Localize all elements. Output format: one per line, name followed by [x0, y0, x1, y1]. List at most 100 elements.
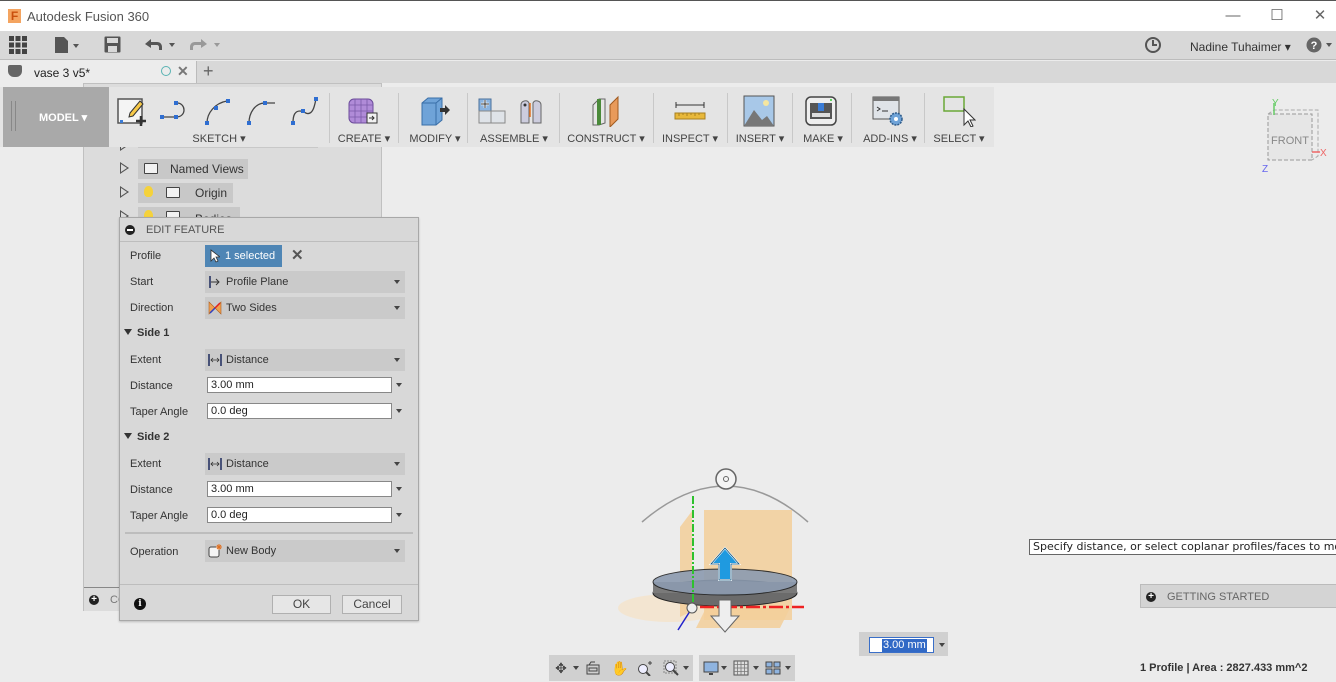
- offset-plane-icon[interactable]: [590, 95, 622, 129]
- construct-menu[interactable]: CONSTRUCT ▾: [563, 132, 649, 145]
- clear-selection-icon[interactable]: ✕: [291, 246, 304, 264]
- inspect-menu[interactable]: INSPECT ▾: [657, 132, 723, 145]
- workspace-switcher[interactable]: MODEL ▾: [3, 87, 109, 147]
- dropdown-arrow-icon[interactable]: [753, 666, 759, 670]
- side2-extent-value: Distance: [226, 458, 269, 470]
- select-window-icon[interactable]: [942, 95, 977, 128]
- cancel-button[interactable]: Cancel: [342, 595, 402, 614]
- dropdown-arrow-icon[interactable]: [721, 666, 727, 670]
- joint-icon[interactable]: [517, 95, 549, 125]
- expand-arrow-icon[interactable]: [120, 162, 129, 174]
- ribbon-group-create: CREATE ▾: [333, 87, 395, 147]
- job-status-clock-icon[interactable]: [1144, 36, 1162, 56]
- start-select[interactable]: Profile Plane: [205, 271, 405, 293]
- zoom-icon[interactable]: [637, 660, 653, 677]
- side2-distance-dropdown-icon[interactable]: [396, 487, 402, 491]
- assemble-menu[interactable]: ASSEMBLE ▾: [471, 132, 557, 145]
- file-menu-icon[interactable]: [54, 36, 82, 56]
- side2-taper-dropdown-icon[interactable]: [396, 513, 402, 517]
- viewports-icon[interactable]: [765, 660, 781, 676]
- profile-selection-button[interactable]: 1 selected: [205, 245, 282, 267]
- operation-select[interactable]: New Body: [205, 540, 405, 562]
- arc-tool-icon[interactable]: [202, 95, 234, 125]
- tangent-arc-icon[interactable]: [244, 95, 276, 125]
- side1-distance-input[interactable]: [207, 377, 392, 393]
- close-window-button[interactable]: ✕: [1300, 5, 1336, 29]
- expand-arrow-icon[interactable]: [120, 186, 129, 198]
- dropdown-arrow-icon[interactable]: [939, 643, 945, 647]
- ribbon-group-select: SELECT ▾: [928, 87, 990, 147]
- insert-image-icon[interactable]: [743, 95, 775, 127]
- origin-point: [686, 602, 698, 614]
- addins-menu[interactable]: ADD-INS ▾: [855, 132, 925, 145]
- press-pull-icon[interactable]: [418, 95, 450, 126]
- browser-item-named-views[interactable]: Named Views: [84, 159, 383, 179]
- drag-grip-icon[interactable]: [11, 101, 16, 131]
- side1-extent-select[interactable]: Distance: [205, 349, 405, 371]
- visibility-bulb-icon[interactable]: [144, 186, 153, 197]
- line-tool-icon[interactable]: [158, 95, 190, 125]
- make-menu[interactable]: MAKE ▾: [796, 132, 850, 145]
- dropdown-arrow-icon[interactable]: [573, 666, 579, 670]
- display-settings-icon[interactable]: [703, 660, 719, 676]
- dialog-header[interactable]: EDIT FEATURE: [120, 218, 418, 242]
- getting-started-panel[interactable]: + GETTING STARTED: [1140, 584, 1336, 608]
- ok-button[interactable]: OK: [272, 595, 331, 614]
- save-icon[interactable]: [104, 36, 122, 56]
- side2-distance-input[interactable]: [207, 481, 392, 497]
- create-menu[interactable]: CREATE ▾: [333, 132, 395, 145]
- create-sketch-icon[interactable]: [116, 95, 148, 126]
- view-cube[interactable]: FRONT Y X Z: [1262, 98, 1332, 175]
- grid-settings-icon[interactable]: [733, 660, 749, 676]
- select-menu[interactable]: SELECT ▾: [928, 132, 990, 145]
- dropdown-arrow-icon[interactable]: [785, 666, 791, 670]
- side2-extent-select[interactable]: Distance: [205, 453, 405, 475]
- info-icon[interactable]: i: [134, 598, 146, 610]
- dropdown-arrow-icon[interactable]: [683, 666, 689, 670]
- modify-menu[interactable]: MODIFY ▾: [402, 132, 468, 145]
- spline-tool-icon[interactable]: [288, 95, 320, 125]
- expand-plus-icon[interactable]: +: [1146, 592, 1156, 602]
- sketch-menu[interactable]: SKETCH ▾: [110, 132, 328, 145]
- side1-section-header[interactable]: Side 1: [124, 327, 169, 339]
- side2-taper-input[interactable]: [207, 507, 392, 523]
- maximize-button[interactable]: ☐: [1257, 5, 1297, 29]
- workspace-label: MODEL ▾: [39, 112, 88, 124]
- browser-item-origin[interactable]: Origin: [84, 183, 383, 203]
- direction-select[interactable]: Two Sides: [205, 297, 405, 319]
- document-tab[interactable]: vase 3 v5* ✕: [0, 61, 197, 83]
- model-canvas[interactable]: [600, 460, 840, 640]
- new-component-icon[interactable]: [475, 95, 507, 125]
- redo-icon[interactable]: [188, 36, 222, 56]
- side1-distance-dropdown-icon[interactable]: [396, 383, 402, 387]
- rotation-handle-icon[interactable]: [715, 468, 737, 490]
- create-form-cube-icon[interactable]: [347, 95, 379, 125]
- data-panel-grid-icon[interactable]: [9, 36, 29, 56]
- insert-menu[interactable]: INSERT ▾: [731, 132, 789, 145]
- edit-feature-dialog: EDIT FEATURE Profile 1 selected ✕ Start …: [119, 217, 419, 621]
- undo-icon[interactable]: [143, 36, 177, 56]
- look-at-icon[interactable]: [585, 660, 601, 676]
- side1-taper-input[interactable]: [207, 403, 392, 419]
- orbit-icon[interactable]: ✥: [553, 660, 569, 676]
- axis-y-label: Y: [1272, 98, 1279, 109]
- viewcube-front-face[interactable]: FRONT: [1271, 135, 1309, 147]
- 3d-print-icon[interactable]: [805, 95, 837, 126]
- help-icon[interactable]: ?: [1306, 36, 1334, 56]
- new-tab-button[interactable]: +: [203, 61, 214, 82]
- measure-ruler-icon[interactable]: [674, 95, 706, 125]
- close-tab-icon[interactable]: ✕: [177, 63, 189, 80]
- scripts-addins-icon[interactable]: [872, 95, 904, 126]
- side2-section-header[interactable]: Side 2: [124, 431, 169, 443]
- collapse-minus-icon[interactable]: [125, 225, 135, 235]
- start-label: Start: [130, 276, 154, 288]
- fit-zoom-icon[interactable]: [663, 660, 679, 676]
- user-account-menu[interactable]: Nadine Tuhaimer ▾: [1190, 40, 1291, 54]
- side1-taper-dropdown-icon[interactable]: [396, 409, 402, 413]
- pan-hand-icon[interactable]: ✋: [611, 660, 628, 676]
- minimize-button[interactable]: —: [1213, 5, 1253, 29]
- expand-plus-icon[interactable]: +: [89, 595, 99, 605]
- ribbon-divider: [329, 93, 330, 143]
- profile-selection-value: 1 selected: [225, 250, 276, 262]
- distance-manipulator-input[interactable]: 3.00 mm: [869, 637, 934, 653]
